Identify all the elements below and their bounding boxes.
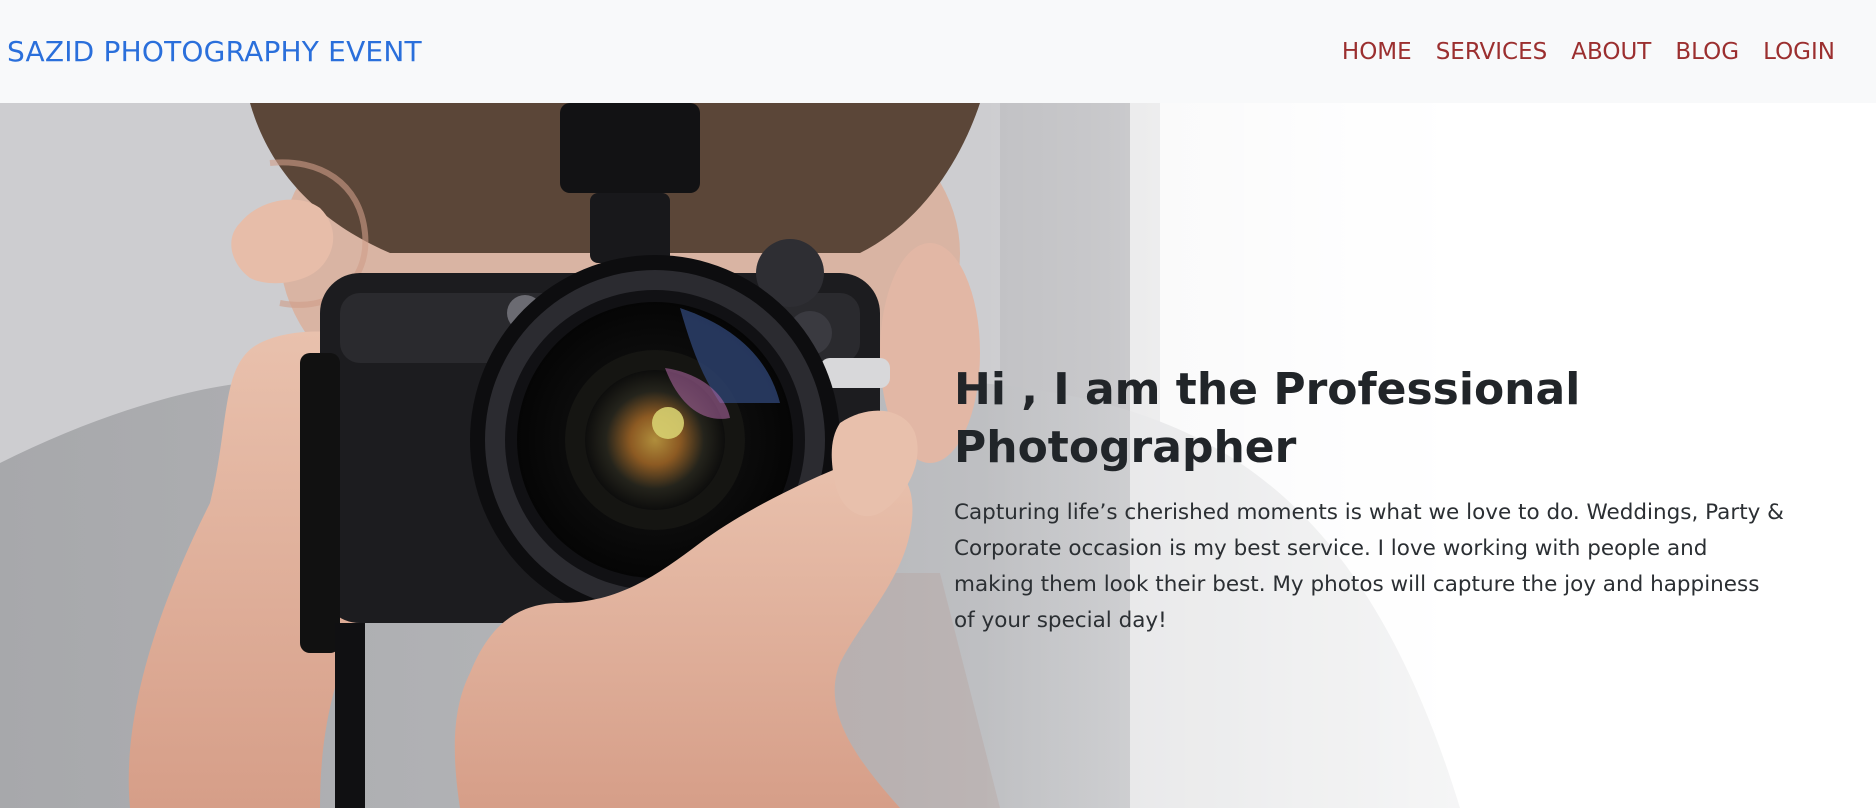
- navbar: SAZID PHOTOGRAPHY EVENT HOME SERVICES AB…: [0, 0, 1876, 103]
- hero-title: Hi , I am the Professional Photographer: [954, 364, 1581, 473]
- hero-section: Hi , I am the Professional Photographer …: [0, 103, 1876, 808]
- nav-link-blog[interactable]: BLOG: [1663, 39, 1751, 65]
- nav-links: HOME SERVICES ABOUT BLOG LOGIN: [1330, 39, 1847, 65]
- nav-link-login[interactable]: LOGIN: [1751, 39, 1847, 65]
- brand-logo-link[interactable]: SAZID PHOTOGRAPHY EVENT: [7, 35, 422, 68]
- nav-link-about[interactable]: ABOUT: [1559, 39, 1663, 65]
- nav-link-home[interactable]: HOME: [1330, 39, 1424, 65]
- nav-link-services[interactable]: SERVICES: [1424, 39, 1560, 65]
- hero-text-block: Hi , I am the Professional Photographer …: [954, 361, 1784, 639]
- hero-description: Capturing life’s cherished moments is wh…: [954, 500, 1784, 633]
